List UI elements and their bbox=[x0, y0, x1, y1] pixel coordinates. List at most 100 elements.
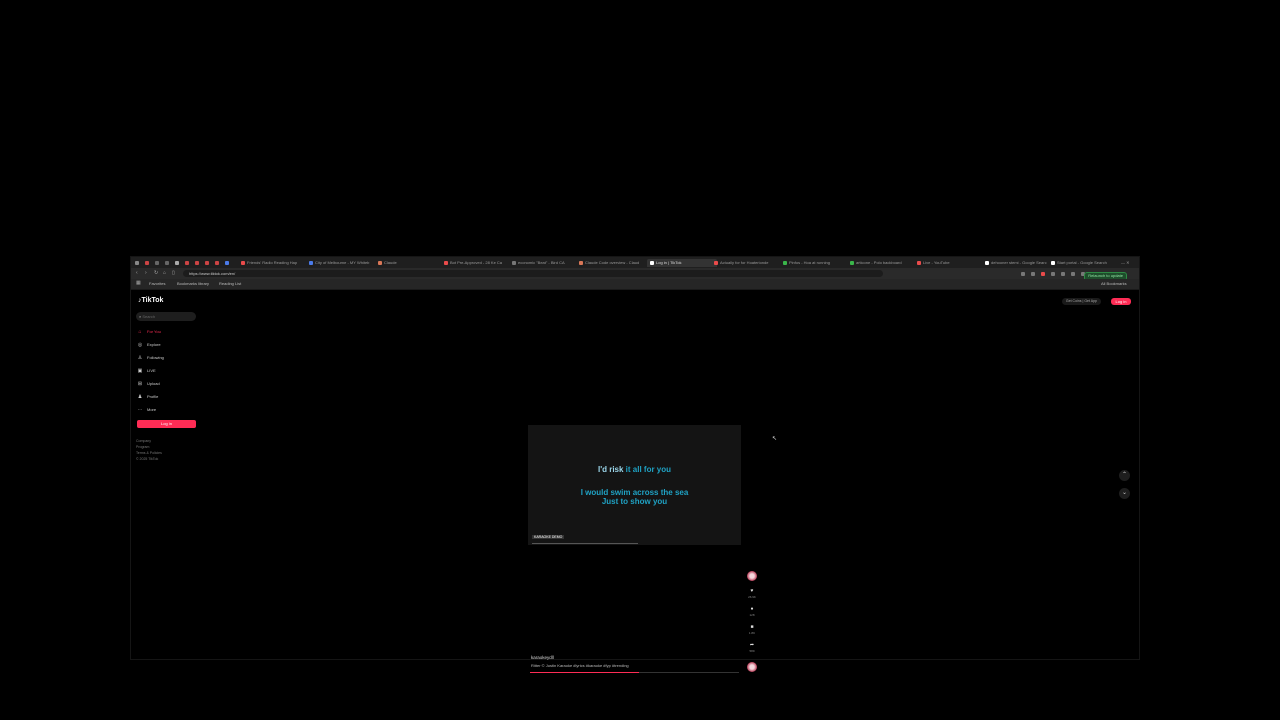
sidebar-item-label: More bbox=[147, 407, 157, 412]
sidebar-item-more[interactable]: ⋯ More bbox=[137, 406, 157, 414]
tab-title: City of Melbourne - MY Whiteb bbox=[315, 260, 370, 265]
sidebar-item-for-you[interactable]: ⌂ For You bbox=[137, 328, 161, 336]
browser-tab[interactable]: Log in | TikTok bbox=[647, 259, 717, 267]
like-count: 26.9K bbox=[748, 595, 756, 599]
search-icon: ⌕ bbox=[139, 314, 142, 319]
tab-favicon-icon bbox=[309, 260, 313, 265]
get-coins-button[interactable]: Get Coins | Get App bbox=[1061, 298, 1101, 305]
tab-title: Live - YouTube bbox=[923, 260, 950, 265]
comment-count: 128 bbox=[749, 613, 755, 617]
video-progress-bar[interactable] bbox=[530, 672, 739, 673]
url-field[interactable]: https://www.tiktok.com/en/ bbox=[183, 270, 883, 277]
previous-video-button[interactable]: ⌃ bbox=[1119, 470, 1130, 481]
tab-favicon-icon bbox=[1051, 260, 1055, 265]
more-icon: ⋯ bbox=[137, 407, 143, 413]
tab-icon[interactable] bbox=[215, 261, 219, 265]
tab-title: Claude Code overview - Claud bbox=[585, 260, 640, 265]
sidebar-item-upload[interactable]: ⊞ Upload bbox=[137, 380, 160, 388]
lyric-line-1: I'd risk it all for you bbox=[528, 465, 741, 474]
video-player[interactable]: I'd risk it all for you I would swim acr… bbox=[528, 425, 741, 545]
browser-tab[interactable]: City of Melbourne - MY Whiteb bbox=[309, 259, 373, 267]
comment-icon[interactable]: ● bbox=[748, 606, 756, 612]
extension-icon[interactable] bbox=[165, 261, 169, 265]
star-icon[interactable] bbox=[1021, 272, 1025, 276]
search-input[interactable]: ⌕ Search bbox=[136, 312, 196, 321]
sidebar-icon[interactable]: ▯ bbox=[172, 271, 175, 276]
home-icon: ⌂ bbox=[138, 329, 142, 335]
back-icon[interactable]: ‹ bbox=[136, 271, 138, 276]
tab-title: Friends' Radio Reading Hap bbox=[247, 260, 298, 265]
reload-icon[interactable]: ↻ bbox=[154, 271, 158, 276]
browser-tab[interactable]: dehooner stemi - Google Searc bbox=[985, 259, 1049, 267]
browser-tab[interactable]: Bot Pre-Approved - 28 Ke Ca bbox=[444, 259, 508, 267]
sidebar-item-label: Following bbox=[147, 355, 164, 360]
browser-tab[interactable]: Friends' Radio Reading Hap bbox=[241, 259, 305, 267]
extension-icon[interactable] bbox=[1071, 272, 1075, 276]
extension-icon[interactable] bbox=[1051, 272, 1055, 276]
window-controls[interactable]: — ✕ bbox=[1121, 259, 1129, 267]
bookmark-icon[interactable]: ■ bbox=[748, 624, 756, 630]
sidebar-item-following[interactable]: ♙ Following bbox=[137, 354, 164, 362]
tab-favicon-icon bbox=[714, 260, 718, 265]
tab-icon[interactable] bbox=[225, 261, 229, 265]
all-bookmarks[interactable]: All Bookmarks bbox=[1101, 281, 1127, 287]
video-tag: KARAOKE DEMO bbox=[532, 535, 565, 539]
extension-icon[interactable] bbox=[155, 261, 159, 265]
extension-icon[interactable] bbox=[175, 261, 179, 265]
tiktok-logo[interactable]: ♪TikTok bbox=[138, 297, 163, 304]
tab-title: economic "Beat" - Bird CA bbox=[518, 260, 565, 265]
heart-icon[interactable]: ♥ bbox=[748, 588, 756, 594]
sidebar-login-button[interactable]: Log in bbox=[137, 420, 196, 428]
bookmark-reading-list[interactable]: Reading List bbox=[219, 281, 241, 287]
extension-icon[interactable] bbox=[1041, 272, 1045, 276]
tab-favicon-icon bbox=[917, 260, 921, 265]
extension-icon[interactable] bbox=[1061, 272, 1065, 276]
profile-icon: ♟ bbox=[137, 394, 143, 400]
sidebar-item-explore[interactable]: ◎ Explore bbox=[137, 341, 161, 349]
browser-tab[interactable]: economic "Beat" - Bird CA bbox=[512, 259, 576, 267]
tab-icon[interactable] bbox=[185, 261, 189, 265]
browser-tab[interactable]: Start portal - Google Search bbox=[1051, 259, 1115, 267]
sidebar-item-live[interactable]: ▣ LIVE bbox=[137, 367, 156, 375]
footer-link[interactable]: Company bbox=[136, 439, 151, 443]
home-icon[interactable]: ⌂ bbox=[163, 271, 166, 276]
lyric-line-2: I would swim across the sea bbox=[580, 488, 689, 497]
tab-title: dehooner stemi - Google Searc bbox=[991, 260, 1047, 265]
window-menu-icon[interactable] bbox=[135, 261, 139, 265]
tab-favicon-icon bbox=[378, 260, 382, 265]
music-disc-icon[interactable] bbox=[747, 662, 757, 672]
share-icon[interactable]: ➦ bbox=[748, 642, 756, 648]
browser-tab[interactable]: Claude Code overview - Claud bbox=[579, 259, 643, 267]
footer-link[interactable]: Program bbox=[136, 445, 149, 449]
bookmark-favorites[interactable]: Favorites bbox=[149, 281, 165, 287]
browser-tab[interactable]: Pinfos - Hoa at running bbox=[783, 259, 847, 267]
forward-icon[interactable]: › bbox=[145, 271, 147, 276]
apps-icon[interactable]: ▦ bbox=[136, 281, 141, 286]
browser-tab[interactable]: Live - YouTube bbox=[917, 259, 981, 267]
extension-icon[interactable] bbox=[145, 261, 149, 265]
extensions-area: Relaunch to update bbox=[1011, 270, 1131, 281]
browser-tab[interactable]: articone - Polo backboard bbox=[850, 259, 914, 267]
tab-icon[interactable] bbox=[205, 261, 209, 265]
footer-link[interactable]: Terms & Policies bbox=[136, 451, 162, 455]
creator-avatar[interactable] bbox=[747, 571, 757, 581]
top-login-button[interactable]: Log in bbox=[1111, 298, 1131, 305]
tab-favicon-icon bbox=[783, 260, 787, 265]
tab-title: Start portal - Google Search bbox=[1057, 260, 1107, 265]
browser-tab[interactable]: Claude bbox=[378, 259, 442, 267]
video-scrubber[interactable] bbox=[532, 543, 638, 544]
video-author[interactable]: karaokeydll bbox=[531, 655, 554, 660]
next-video-button[interactable]: ⌄ bbox=[1119, 488, 1130, 499]
sidebar-item-profile[interactable]: ♟ Profile bbox=[137, 393, 159, 401]
tab-favicon-icon bbox=[985, 260, 989, 265]
bookmark-library[interactable]: Bookmarks library bbox=[177, 281, 209, 287]
browser-tab[interactable]: Actually for for Hoaterionde bbox=[714, 259, 778, 267]
lyric-line-3: Just to show you bbox=[601, 497, 668, 506]
video-progress-fill bbox=[530, 672, 639, 673]
tab-icon[interactable] bbox=[195, 261, 199, 265]
sidebar-item-label: Upload bbox=[147, 381, 160, 386]
following-icon: ♙ bbox=[137, 355, 143, 361]
tab-bar: Friends' Radio Reading Hap City of Melbou… bbox=[131, 257, 1139, 268]
sidebar-item-label: For You bbox=[147, 329, 161, 334]
extension-icon[interactable] bbox=[1031, 272, 1035, 276]
